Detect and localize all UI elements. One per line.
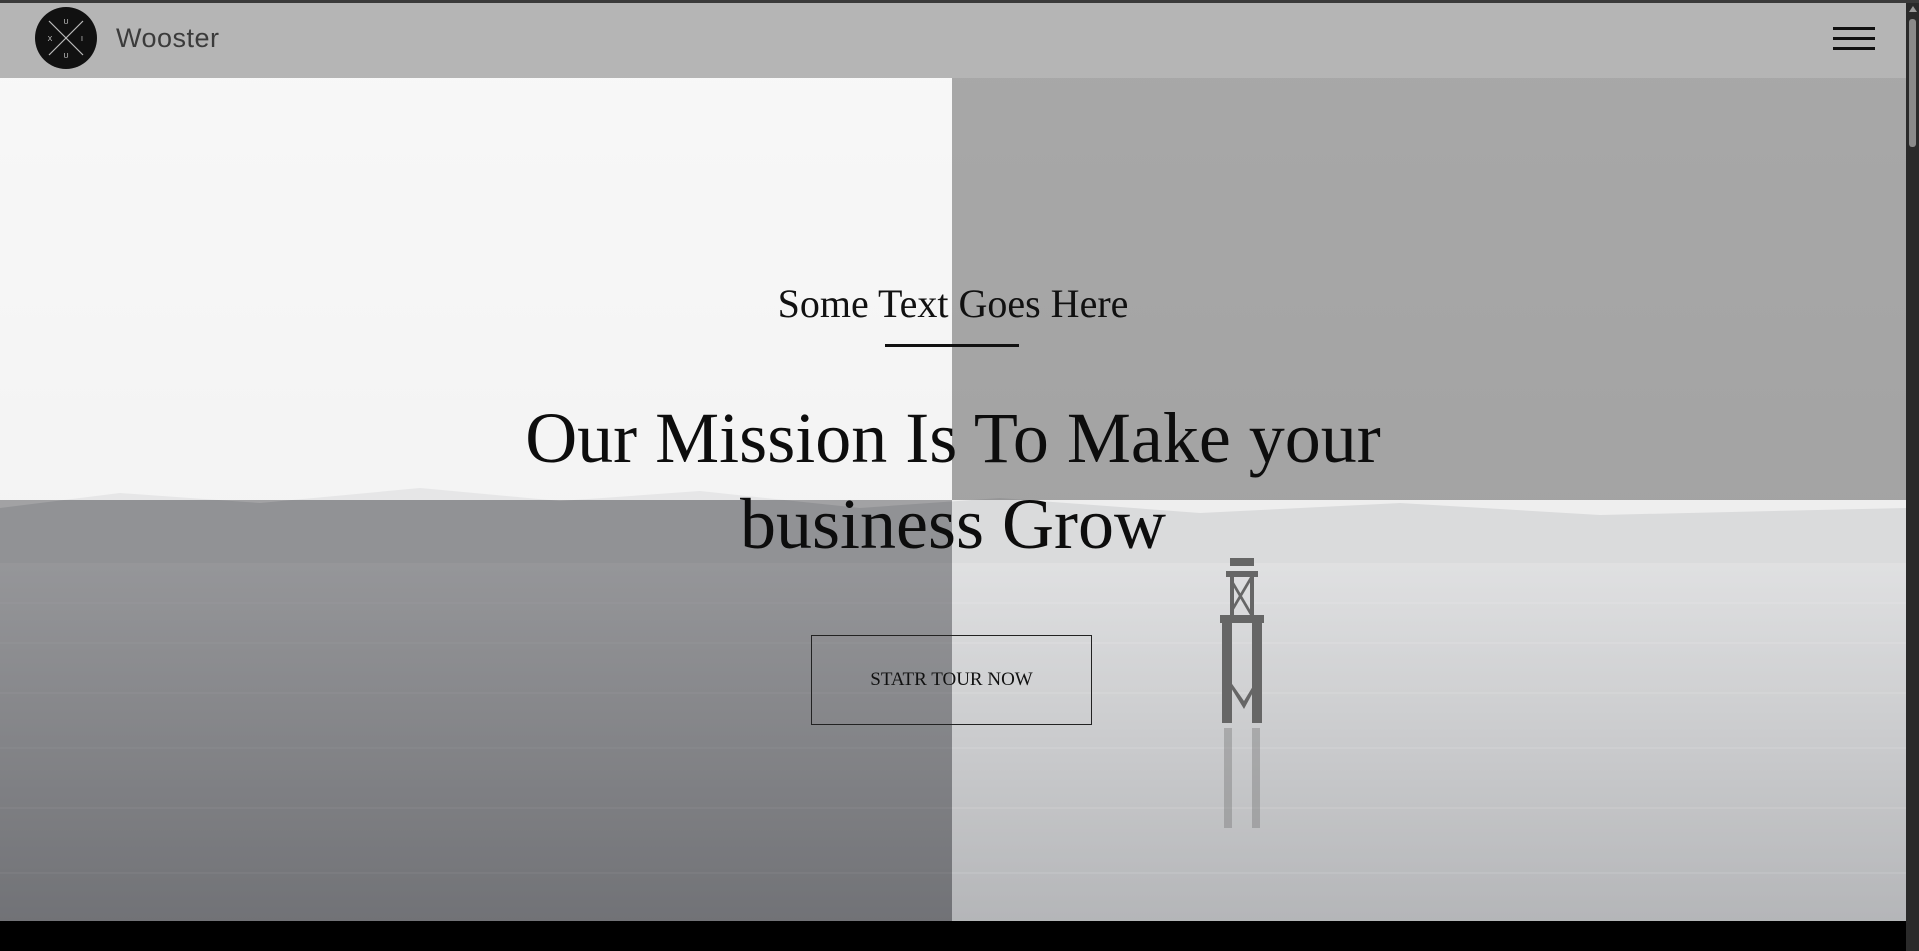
hero-headline: Our Mission Is To Make your business Gro…	[525, 398, 1381, 564]
menu-bar	[1833, 27, 1875, 30]
site-header: U U X I Wooster	[0, 3, 1906, 78]
svg-text:X: X	[48, 36, 53, 43]
compass-cross-logo-icon: U U X I	[48, 19, 84, 60]
start-tour-button[interactable]: STATR TOUR NOW	[811, 635, 1092, 725]
menu-bar	[1833, 47, 1875, 50]
brand-name[interactable]: Wooster	[116, 23, 220, 54]
page-viewport: U U X I Wooster Some Text Goes Here Our …	[0, 3, 1906, 921]
bottom-frame	[0, 921, 1906, 951]
svg-text:U: U	[63, 19, 68, 26]
svg-text:I: I	[81, 36, 83, 43]
hamburger-menu-icon[interactable]	[1833, 27, 1875, 55]
scroll-up-arrow-icon[interactable]	[1909, 6, 1917, 12]
hero-kicker: Some Text Goes Here	[777, 281, 1129, 326]
kicker-underline	[885, 344, 1019, 347]
logo[interactable]: U U X I	[35, 7, 97, 69]
menu-bar	[1833, 37, 1875, 40]
svg-text:U: U	[63, 53, 68, 60]
scrollbar-thumb[interactable]	[1909, 19, 1916, 147]
vertical-scrollbar[interactable]	[1906, 3, 1919, 951]
